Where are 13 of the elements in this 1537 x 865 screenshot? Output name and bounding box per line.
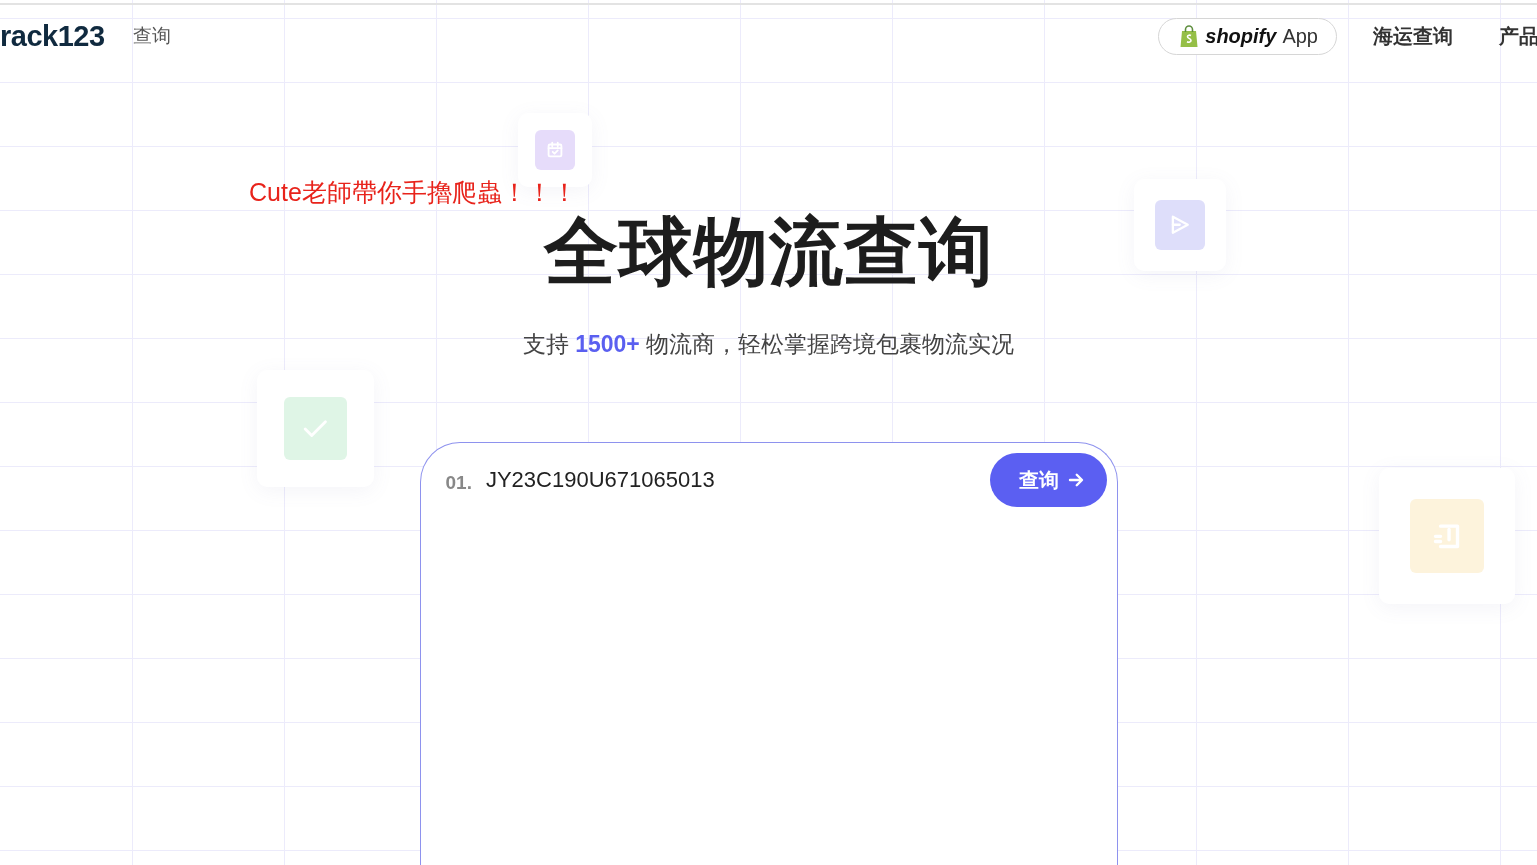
tracking-number-field[interactable]: JY23C190U671065013 [485, 467, 976, 501]
logo[interactable]: rack123 [0, 19, 105, 53]
nav-link[interactable]: 产品 [1499, 22, 1537, 50]
shopify-app-button[interactable]: shopify App [1158, 17, 1337, 55]
subtitle: 支持 1500+ 物流商，轻松掌握跨境包裹物流实况 [522, 330, 1015, 359]
nav-link[interactable]: 查询 [132, 23, 171, 49]
line-number: 01. [445, 472, 472, 494]
shopping-bag-icon [1179, 24, 1200, 48]
nav-link[interactable]: 海运查询 [1373, 22, 1453, 50]
search-button[interactable]: 查询 [989, 453, 1107, 507]
overlay-caption: Cute老師帶你手擼爬蟲！！！ [249, 177, 577, 208]
page-title: 全球物流查询 [543, 209, 994, 295]
arrow-right-icon [1066, 471, 1085, 489]
